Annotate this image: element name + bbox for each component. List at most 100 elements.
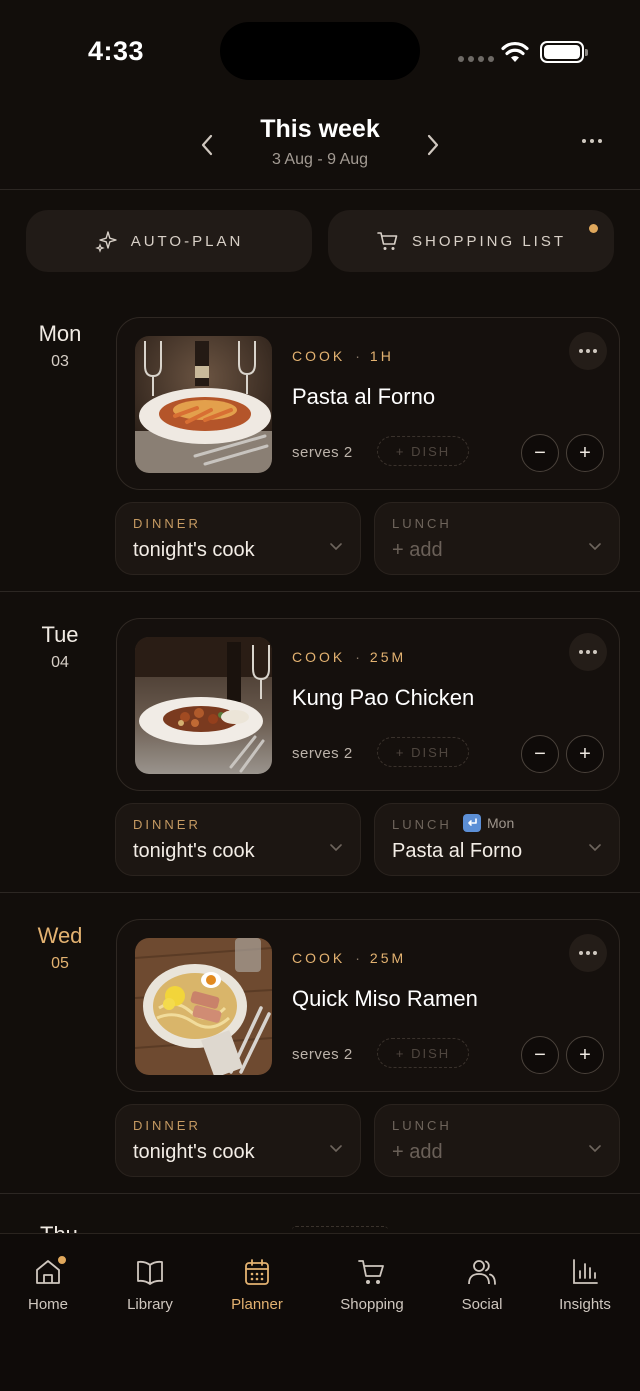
tab-social[interactable]: Social [452, 1256, 512, 1313]
tab-label: Shopping [340, 1296, 404, 1313]
dinner-label: DINNER [133, 817, 201, 832]
lunch-value: + add [392, 539, 443, 561]
lunch-label: LUNCH [392, 1118, 452, 1133]
dinner-label: DINNER [133, 1118, 201, 1133]
sparkle-icon [94, 231, 117, 253]
cook-duration: 25M [369, 649, 407, 665]
cart-icon [356, 1256, 388, 1288]
cook-mode: COOK [292, 348, 346, 364]
cook-meta: COOK · 25M [292, 950, 407, 966]
people-icon [466, 1256, 498, 1288]
dinner-label: DINNER [133, 516, 201, 531]
meal-card[interactable]: COOK · 25M Quick Miso Ramen serves 2 + DIS… [116, 919, 620, 1092]
shopping-list-button[interactable]: SHOPPING LIST [328, 210, 614, 272]
decrease-servings-button[interactable]: − [521, 1036, 559, 1074]
cook-duration: 25M [369, 950, 407, 966]
day-label: Mon 03 [0, 321, 120, 371]
chevron-down-icon [589, 1145, 601, 1153]
wifi-icon [501, 41, 529, 62]
dish-title: Quick Miso Ramen [292, 986, 478, 1011]
tab-label: Insights [559, 1296, 611, 1313]
chevron-down-icon [330, 844, 342, 852]
lunch-label: LUNCH [392, 516, 452, 531]
card-more-button[interactable] [569, 934, 607, 972]
leftover-tag: Mon [463, 814, 514, 832]
dinner-slot[interactable]: DINNER tonight's cook [115, 502, 361, 575]
battery-icon [540, 41, 588, 63]
cellular-signal-icon [458, 56, 494, 62]
lunch-value: + add [392, 1141, 443, 1163]
tab-label: Home [27, 1296, 68, 1313]
day-name: Wed [37, 923, 83, 948]
add-dish-chip[interactable]: + DISH [377, 737, 469, 767]
lunch-slot[interactable]: LUNCH + add [374, 1104, 620, 1177]
tab-label: Social [461, 1296, 503, 1313]
chevron-down-icon [330, 1145, 342, 1153]
cook-mode: COOK [292, 649, 346, 665]
day-section-mon: Mon 03 COOK · 1H Pasta al Forno serves 2… [0, 291, 640, 592]
increase-servings-button[interactable]: + [566, 735, 604, 773]
dinner-slot[interactable]: DINNER tonight's cook [115, 1104, 361, 1177]
day-number: 04 [51, 654, 69, 671]
status-time: 4:33 [88, 36, 145, 66]
dinner-value: tonight's cook [133, 840, 255, 862]
increase-servings-button[interactable]: + [566, 434, 604, 472]
leftover-loop-icon [463, 814, 481, 832]
day-number: 03 [51, 353, 69, 370]
dinner-slot[interactable]: DINNER tonight's cook [115, 803, 361, 876]
meal-card[interactable]: COOK · 25M Kung Pao Chicken serves 2 + DIS… [116, 618, 620, 791]
home-icon [32, 1254, 68, 1288]
week-header: This week 3 Aug - 9 Aug [0, 100, 640, 190]
card-more-button[interactable] [569, 633, 607, 671]
tab-label: Library [127, 1296, 173, 1313]
serves-count: serves 2 [292, 1046, 353, 1063]
add-dish-chip[interactable]: + DISH [377, 436, 469, 466]
dinner-value: tonight's cook [133, 539, 255, 561]
lunch-label: LUNCH [392, 817, 452, 832]
tab-insights[interactable]: Insights [550, 1256, 620, 1313]
notification-dot [589, 224, 598, 233]
week-date-range: 3 Aug - 9 Aug [271, 151, 369, 168]
dynamic-island [220, 22, 420, 80]
dish-photo [135, 336, 272, 473]
increase-servings-button[interactable]: + [566, 1036, 604, 1074]
dish-photo [135, 637, 272, 774]
tab-label: Planner [231, 1296, 283, 1313]
lunch-slot[interactable]: LUNCH + add [374, 502, 620, 575]
tab-shopping[interactable]: Shopping [332, 1256, 412, 1313]
chevron-down-icon [589, 844, 601, 852]
status-bar: 4:33 [0, 0, 640, 100]
tab-bar: Home Library Planner Shopping Social Ins… [0, 1233, 640, 1391]
lunch-slot[interactable]: LUNCH Mon Pasta al Forno [374, 803, 620, 876]
tab-library[interactable]: Library [115, 1256, 185, 1313]
decrease-servings-button[interactable]: − [521, 434, 559, 472]
dish-title: Pasta al Forno [292, 384, 436, 409]
serves-count: serves 2 [292, 444, 353, 461]
dish-title: Kung Pao Chicken [292, 685, 475, 710]
home-notification-dot [56, 1254, 68, 1266]
leftover-source-day: Mon [487, 815, 515, 831]
auto-plan-label: AUTO-PLAN [130, 232, 244, 250]
calendar-icon [241, 1256, 273, 1288]
auto-plan-button[interactable]: AUTO-PLAN [26, 210, 312, 272]
decrease-servings-button[interactable]: − [521, 735, 559, 773]
day-name: Tue [41, 622, 79, 647]
cart-icon [377, 232, 398, 250]
tab-home[interactable]: Home [18, 1254, 78, 1313]
dinner-value: tonight's cook [133, 1141, 255, 1163]
next-week-button[interactable] [418, 130, 448, 160]
meal-card[interactable]: COOK · 1H Pasta al Forno serves 2 + DISH −… [116, 317, 620, 490]
cook-mode: COOK [292, 950, 346, 966]
more-options-button[interactable] [574, 130, 610, 152]
add-dish-chip[interactable]: + DISH [377, 1038, 469, 1068]
serves-count: serves 2 [292, 745, 353, 762]
card-more-button[interactable] [569, 332, 607, 370]
tab-planner[interactable]: Planner [222, 1256, 292, 1313]
cook-meta: COOK · 1H [292, 348, 394, 364]
cook-duration: 1H [369, 348, 394, 364]
book-icon [134, 1256, 166, 1288]
day-section-wed: Wed 05 COOK · 25M Quick Miso Ramen serve… [0, 893, 640, 1194]
chevron-down-icon [589, 543, 601, 551]
dish-photo [135, 938, 272, 1075]
shopping-list-label: SHOPPING LIST [411, 232, 567, 250]
